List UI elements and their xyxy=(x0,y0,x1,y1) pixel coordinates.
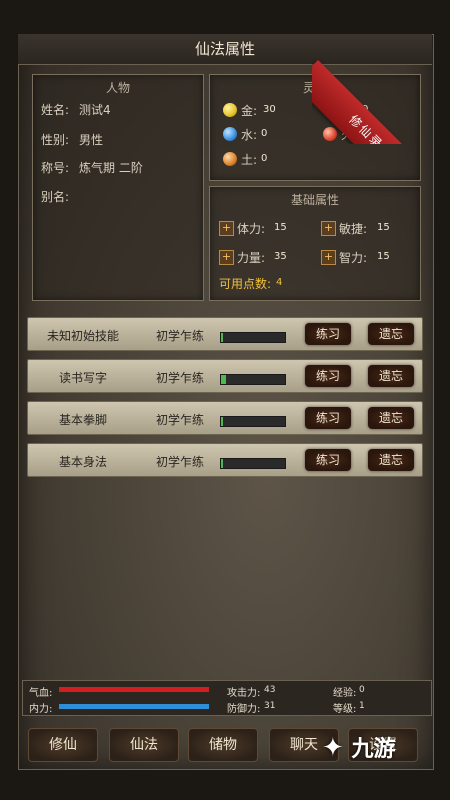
skill-name: 读书写字 xyxy=(58,371,107,385)
skill-row: 基本身法 初学乍练 练习 遗忘 xyxy=(27,443,423,477)
skill-name: 基本身法 xyxy=(58,455,107,469)
strength-value: 35 xyxy=(274,251,287,262)
skill-progress-fill xyxy=(221,333,223,342)
skill-level: 初学乍练 xyxy=(155,455,204,469)
status-bar: 气血: 内力: 攻击力: 43 防御力: 31 经验: 0 等级: 1 xyxy=(22,680,432,716)
forget-button[interactable]: 遗忘 xyxy=(368,323,414,345)
strength-label: 力量: xyxy=(237,251,266,265)
defense-value: 31 xyxy=(264,701,276,711)
attributes-panel: 基础属性 + 体力: 15 + 敏捷: 15 + 力量: 35 + 智力: 15… xyxy=(209,186,421,301)
nav-cultivate-button[interactable]: 修仙 xyxy=(28,728,98,762)
gold-root-icon xyxy=(223,103,237,117)
gender-label: 性别: xyxy=(41,133,70,147)
earth-root-value: 0 xyxy=(261,153,268,164)
intellect-plus-button[interactable]: + xyxy=(321,250,336,265)
level-value: 1 xyxy=(359,701,365,711)
forget-button[interactable]: 遗忘 xyxy=(368,407,414,429)
water-root-label: 水: xyxy=(241,128,258,142)
practice-button[interactable]: 练习 xyxy=(305,365,351,387)
skill-progress-fill xyxy=(221,375,227,384)
available-points-label: 可用点数: xyxy=(219,277,272,291)
title-ribbon: 修仙录 xyxy=(312,24,432,144)
watermark-mark-icon: ✦ xyxy=(322,733,344,763)
stamina-plus-button[interactable]: + xyxy=(219,221,234,236)
person-panel: 人物 姓名: 测试4 性别: 男性 称号: 炼气期 二阶 别名: xyxy=(32,74,204,301)
skill-progress-bar xyxy=(220,416,286,427)
strength-plus-button[interactable]: + xyxy=(219,250,234,265)
water-root-icon xyxy=(223,127,237,141)
gold-root-label: 金: xyxy=(241,104,258,118)
level-label: 等级: xyxy=(333,704,357,715)
skill-level: 初学乍练 xyxy=(155,413,204,427)
skill-row: 读书写字 初学乍练 练习 遗忘 xyxy=(27,359,423,393)
skill-progress-bar xyxy=(220,332,286,343)
skill-row: 未知初始技能 初学乍练 练习 遗忘 xyxy=(27,317,423,351)
agility-label: 敏捷: xyxy=(339,222,368,236)
intellect-label: 智力: xyxy=(339,251,368,265)
earth-root-icon xyxy=(223,152,237,166)
earth-root-label: 土: xyxy=(241,153,258,167)
gender-value: 男性 xyxy=(79,133,104,147)
water-root-value: 0 xyxy=(261,128,268,139)
attack-value: 43 xyxy=(264,685,276,695)
exp-label: 经验: xyxy=(333,688,357,699)
skill-progress-fill xyxy=(221,459,223,468)
skill-progress-bar xyxy=(220,374,286,385)
name-label: 姓名: xyxy=(41,103,70,117)
nav-storage-button[interactable]: 储物 xyxy=(188,728,258,762)
watermark-text: 九游 xyxy=(351,737,396,762)
mp-label: 内力: xyxy=(29,704,53,715)
mp-bar xyxy=(59,704,209,709)
watermark-logo: ✦ 九游 xyxy=(322,728,432,768)
nav-skills-button[interactable]: 仙法 xyxy=(109,728,179,762)
alias-label: 别名: xyxy=(41,190,70,204)
skill-name: 基本拳脚 xyxy=(58,413,107,427)
agility-plus-button[interactable]: + xyxy=(321,221,336,236)
name-value: 测试4 xyxy=(79,103,111,117)
agility-value: 15 xyxy=(377,222,390,233)
skill-row: 基本拳脚 初学乍练 练习 遗忘 xyxy=(27,401,423,435)
practice-button[interactable]: 练习 xyxy=(305,449,351,471)
skill-level: 初学乍练 xyxy=(155,371,204,385)
skill-name: 未知初始技能 xyxy=(46,329,119,343)
gold-root-value: 30 xyxy=(263,104,276,115)
rank-label: 称号: xyxy=(41,161,70,175)
attack-label: 攻击力: xyxy=(227,688,261,699)
rank-value: 炼气期 二阶 xyxy=(79,161,143,175)
practice-button[interactable]: 练习 xyxy=(305,407,351,429)
skill-progress-bar xyxy=(220,458,286,469)
hp-bar-fill xyxy=(59,687,209,692)
person-panel-title: 人物 xyxy=(105,81,130,95)
skill-level: 初学乍练 xyxy=(155,329,204,343)
stamina-label: 体力: xyxy=(237,222,266,236)
hp-label: 气血: xyxy=(29,688,53,699)
exp-value: 0 xyxy=(359,685,365,695)
forget-button[interactable]: 遗忘 xyxy=(368,365,414,387)
hp-bar xyxy=(59,687,209,692)
stamina-value: 15 xyxy=(274,222,287,233)
intellect-value: 15 xyxy=(377,251,390,262)
mp-bar-fill xyxy=(59,704,209,709)
skill-progress-fill xyxy=(221,417,223,426)
attributes-title: 基础属性 xyxy=(290,193,339,207)
practice-button[interactable]: 练习 xyxy=(305,323,351,345)
available-points-value: 4 xyxy=(276,277,283,288)
forget-button[interactable]: 遗忘 xyxy=(368,449,414,471)
ribbon-label: 修仙录 xyxy=(312,60,432,144)
defense-label: 防御力: xyxy=(227,704,261,715)
